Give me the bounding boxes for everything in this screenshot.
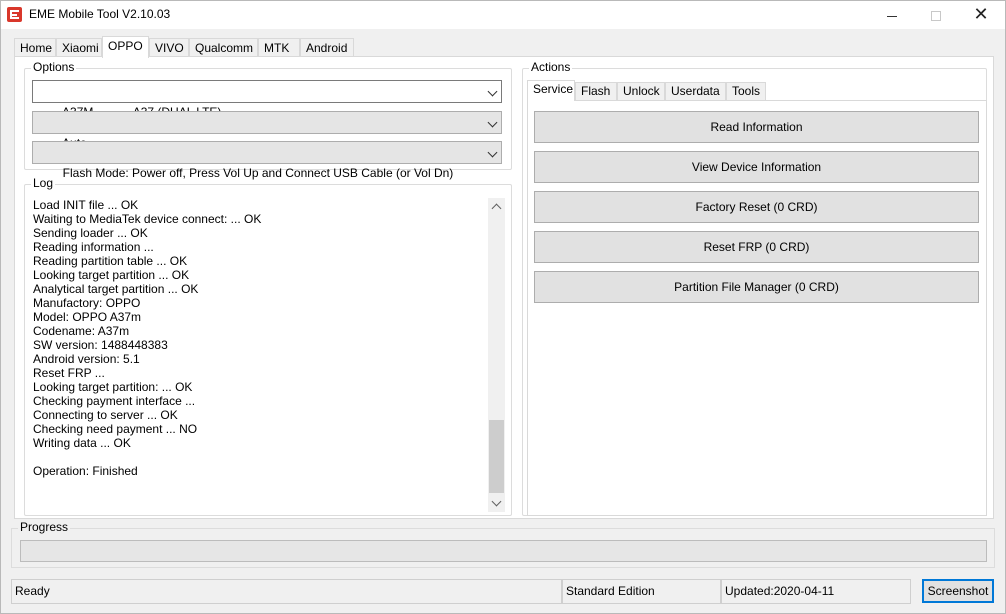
tab-xiaomi[interactable]: Xiaomi bbox=[56, 38, 102, 57]
view-device-information-button[interactable]: View Device Information bbox=[534, 151, 979, 183]
log-line: Manufactory: OPPO bbox=[33, 296, 141, 310]
tab-tools[interactable]: Tools bbox=[726, 82, 766, 100]
screenshot-button[interactable]: Screenshot bbox=[922, 579, 994, 603]
tab-oppo[interactable]: OPPO bbox=[102, 36, 149, 58]
log-label: Log bbox=[31, 176, 56, 191]
log-line: Looking target partition: ... OK bbox=[33, 380, 193, 394]
log-lines: Load INIT file ... OK Waiting to MediaTek… bbox=[31, 198, 505, 478]
log-line: Waiting to MediaTek device connect: ... … bbox=[33, 212, 262, 226]
log-line: Writing data ... OK bbox=[33, 436, 131, 450]
chevron-down-icon bbox=[487, 147, 498, 158]
log-line: Android version: 5.1 bbox=[33, 352, 140, 366]
progress-group: Progress bbox=[11, 520, 995, 568]
maximize-button[interactable] bbox=[913, 1, 959, 29]
log-line: Checking payment interface ... bbox=[33, 394, 196, 408]
log-line: Connecting to server ... OK bbox=[33, 408, 178, 422]
options-group: Options A37M A37 (DUAL LTE) Auto Flash M… bbox=[24, 60, 512, 180]
tab-android[interactable]: Android bbox=[300, 38, 354, 57]
scroll-thumb[interactable] bbox=[489, 420, 504, 493]
scroll-up-icon[interactable] bbox=[488, 198, 505, 215]
chevron-down-icon bbox=[487, 86, 498, 97]
options-label: Options bbox=[31, 60, 77, 75]
close-button[interactable]: ✕ bbox=[958, 1, 1004, 29]
maximize-icon bbox=[931, 11, 941, 22]
log-line: Model: OPPO A37m bbox=[33, 310, 142, 324]
partition-file-manager-button[interactable]: Partition File Manager (0 CRD) bbox=[534, 271, 979, 303]
log-line: Sending loader ... OK bbox=[33, 226, 148, 240]
minimize-button[interactable] bbox=[869, 1, 915, 29]
chevron-down-icon bbox=[487, 117, 498, 128]
tab-flash[interactable]: Flash bbox=[575, 82, 617, 100]
tab-qualcomm[interactable]: Qualcomm bbox=[189, 38, 258, 57]
factory-reset-button[interactable]: Factory Reset (0 CRD) bbox=[534, 191, 979, 223]
flash-mode-select-value: Flash Mode: Power off, Press Vol Up and … bbox=[62, 166, 454, 180]
log-textbox[interactable]: Load INIT file ... OK Waiting to MediaTek… bbox=[31, 198, 505, 512]
tab-mtk[interactable]: MTK bbox=[258, 38, 300, 57]
eme-logo-icon bbox=[7, 7, 22, 22]
model-select[interactable]: A37M A37 (DUAL LTE) bbox=[32, 80, 502, 119]
window-title: EME Mobile Tool V2.10.03 bbox=[29, 7, 171, 21]
status-bar: Ready Standard Edition Updated:2020-04-1… bbox=[11, 579, 997, 605]
app-window: EME Mobile Tool V2.10.03 ✕ Home Xiaomi O… bbox=[0, 0, 1006, 614]
log-group: Log Load INIT file ... OK Waiting to Medi… bbox=[24, 176, 512, 516]
log-line: Operation: Finished bbox=[33, 464, 138, 478]
status-edition: Standard Edition bbox=[562, 579, 721, 604]
read-information-button[interactable]: Read Information bbox=[534, 111, 979, 143]
tab-home[interactable]: Home bbox=[14, 38, 56, 57]
log-line: Reading information ... bbox=[33, 240, 154, 254]
log-scrollbar[interactable] bbox=[488, 198, 505, 512]
reset-frp-button[interactable]: Reset FRP (0 CRD) bbox=[534, 231, 979, 263]
log-line: Load INIT file ... OK bbox=[33, 198, 139, 212]
tab-service[interactable]: Service bbox=[527, 80, 575, 101]
mode-select[interactable]: Auto bbox=[32, 111, 502, 150]
log-line: Analytical target partition ... OK bbox=[33, 282, 199, 296]
log-line: Reset FRP ... bbox=[33, 366, 105, 380]
service-panel: Read Information View Device Information… bbox=[527, 100, 987, 516]
status-ready: Ready bbox=[11, 579, 562, 604]
log-line: SW version: 1488448383 bbox=[33, 338, 168, 352]
status-updated: Updated:2020-04-11 bbox=[721, 579, 911, 604]
tab-unlock[interactable]: Unlock bbox=[617, 82, 665, 100]
progress-label: Progress bbox=[18, 520, 71, 535]
log-line: Codename: A37m bbox=[33, 324, 130, 338]
tab-vivo[interactable]: VIVO bbox=[149, 38, 189, 57]
log-line: Reading partition table ... OK bbox=[33, 254, 188, 268]
log-line: Looking target partition ... OK bbox=[33, 268, 190, 282]
actions-label: Actions bbox=[529, 60, 573, 75]
oppo-tab-panel: Options A37M A37 (DUAL LTE) Auto Flash M… bbox=[14, 56, 994, 519]
log-line: Checking need payment ... NO bbox=[33, 422, 198, 436]
scroll-down-icon[interactable] bbox=[488, 495, 505, 512]
minimize-icon bbox=[887, 15, 897, 17]
title-bar[interactable]: EME Mobile Tool V2.10.03 ✕ bbox=[1, 1, 1005, 29]
actions-group: Actions Service Flash Unlock Userdata To… bbox=[522, 60, 987, 516]
close-icon: ✕ bbox=[973, 4, 989, 24]
actions-tab-strip: Service Flash Unlock Userdata Tools bbox=[527, 80, 987, 101]
tab-userdata[interactable]: Userdata bbox=[665, 82, 726, 100]
progress-bar bbox=[20, 540, 987, 562]
flash-mode-select[interactable]: Flash Mode: Power off, Press Vol Up and … bbox=[32, 141, 502, 180]
